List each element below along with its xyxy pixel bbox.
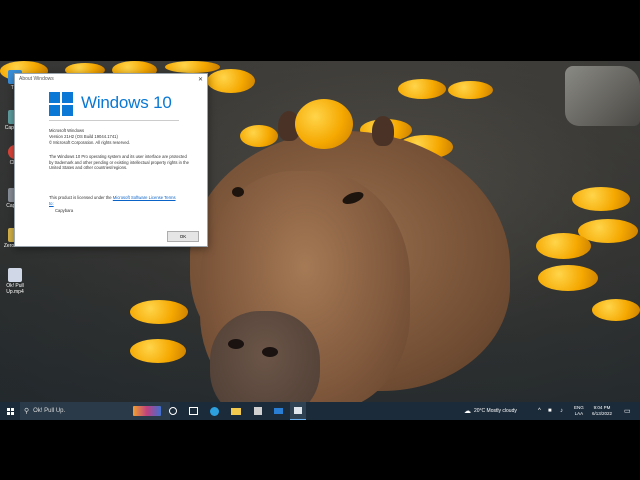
wallpaper-orange [207,69,255,93]
wallpaper-orange [538,265,598,291]
close-icon[interactable]: ✕ [198,76,203,83]
about-windows-taskbar-icon[interactable] [290,402,306,420]
capybara-eye [232,187,244,197]
licensee-name: Capybara [55,208,74,213]
wallpaper-orange [592,299,640,321]
wallpaper-orange [572,187,630,211]
wallpaper-orange-on-head [295,99,353,149]
desktop-icon[interactable]: Ok! Pull Up.mp4 [2,268,28,295]
wallpaper-orange [448,81,493,99]
file-explorer-icon[interactable] [228,402,244,420]
date-text: 6/13/2022 [592,411,613,416]
cortana-icon[interactable] [166,402,180,420]
wallpaper-orange [240,125,278,147]
language-indicator[interactable]: ENG LAA [574,405,584,417]
wallpaper-orange [130,300,188,324]
capybara-nostril [228,339,244,349]
wallpaper-orange [130,339,186,363]
weather-widget[interactable]: ☁ 20°C Mostly cloudy [464,402,517,420]
ok-button[interactable]: OK [167,231,199,242]
copyright-text: © Microsoft Corporation. All rights rese… [49,140,131,145]
dialog-title: About Windows [19,76,54,82]
license-suffix: to: [49,200,54,206]
search-text: Ok! Pull Up. [33,408,66,414]
store-icon[interactable] [250,402,266,420]
wallpaper-orange [165,61,220,73]
product-name: Microsoft Windows [49,128,85,133]
version-text: Version 21H2 (OS Build 19044.1741) [49,134,118,139]
clock[interactable]: 9:04 PM 6/13/2022 [592,405,612,417]
tray-chevron-icon[interactable]: ^ [538,402,541,420]
cloud-icon: ☁ [464,408,471,415]
license-prefix: This product is licensed under the [49,195,112,200]
task-view-icon[interactable] [186,402,200,420]
license-line: This product is licensed under the Micro… [49,195,189,206]
mail-icon[interactable] [270,402,286,420]
wallpaper-orange [398,79,446,99]
network-icon[interactable]: ■ [548,402,552,420]
about-windows-dialog: About Windows ✕ Windows 10 Microsoft Win… [14,73,208,247]
legal-paragraph: The Windows 10 Pro operating system and … [49,154,189,170]
video-file-icon [8,268,22,282]
license-terms-link[interactable]: Microsoft Software License Terms [113,195,176,200]
windows-logo-icon [49,92,73,116]
start-button[interactable] [0,402,20,420]
taskbar: ⚲ Ok! Pull Up. ☁ 20°C Mostly cloudy ^ ■ … [0,402,640,420]
weather-text: 20°C Mostly cloudy [474,408,517,414]
wallpaper-orange [536,233,591,259]
wallpaper-rock [565,66,640,126]
search-icon: ⚲ [24,408,30,415]
edge-icon[interactable] [206,402,222,420]
notification-icon[interactable]: ▭ [624,402,631,420]
capybara-ear [372,116,394,146]
capybara-nostril [262,347,278,357]
windows-brand-text: Windows 10 [81,93,172,112]
volume-icon[interactable]: ♪ [560,402,563,420]
windows-start-icon [6,407,14,415]
divider [49,120,179,121]
language-bottom: LAA [574,411,584,416]
desktop-icon-label: Ok! Pull Up.mp4 [6,283,24,295]
search-highlight-icon[interactable] [130,402,164,420]
